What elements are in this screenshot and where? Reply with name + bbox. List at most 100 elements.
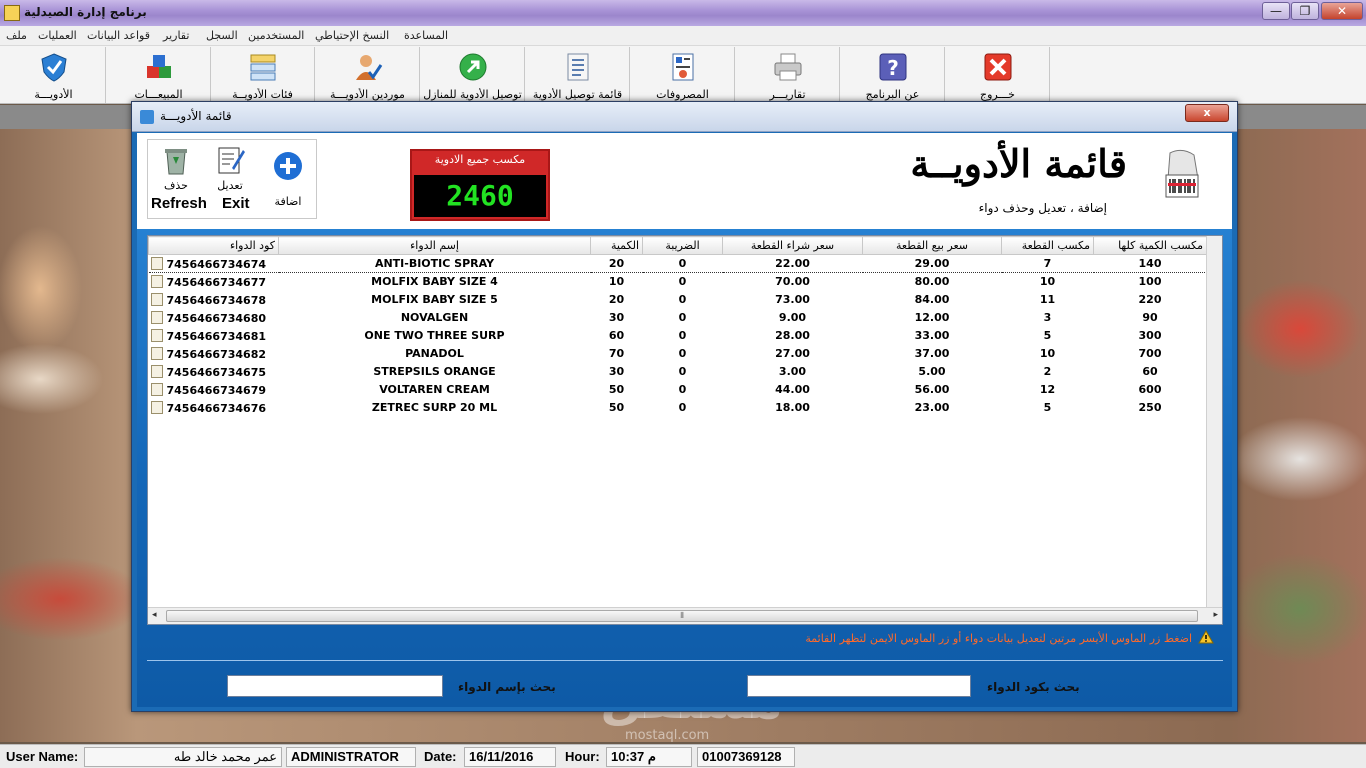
- menu-reports[interactable]: تقارير: [163, 29, 189, 42]
- refresh-button[interactable]: Refresh: [151, 195, 207, 212]
- toolbar-categories-label: فئات الأدويــة: [232, 88, 293, 101]
- cell-purchase-price: 73.00: [775, 293, 810, 306]
- column-header-purchase-price[interactable]: سعر شراء القطعة: [722, 236, 863, 255]
- toolbar-exit-label: خـــروج: [980, 88, 1015, 101]
- cell-purchase-price: 9.00: [778, 311, 807, 324]
- cell-name: ANTI-BIOTIC SPRAY: [278, 254, 591, 273]
- row-document-icon: [150, 328, 163, 342]
- toolbar-expenses-button[interactable]: المصروفات: [631, 47, 735, 103]
- menu-users[interactable]: المستخدمين: [248, 29, 304, 42]
- scroll-left-arrow-icon[interactable]: ◂: [152, 610, 157, 620]
- hour-value: 10:37 م: [606, 747, 692, 767]
- svg-text:?: ?: [887, 56, 899, 80]
- search-by-name-input[interactable]: [227, 675, 443, 697]
- menu-backup[interactable]: النسخ الإحتياطي: [315, 29, 389, 42]
- column-header-unit-profit[interactable]: مكسب القطعة: [1001, 236, 1094, 255]
- toolbar-expenses-label: المصروفات: [656, 88, 709, 101]
- horizontal-scroll-thumb[interactable]: ⫴: [166, 610, 1198, 622]
- edit-label: تعديل: [217, 179, 243, 192]
- window-close-button[interactable]: ✕: [1321, 2, 1363, 20]
- toolbar-reports-button[interactable]: تقاريـــر: [736, 47, 840, 103]
- table-row[interactable]: 7456466734681 ONE TWO THREE SURP 60 0 28…: [149, 327, 1207, 345]
- delivery-list-icon: [567, 53, 589, 81]
- cell-unit-profit: 11: [1039, 293, 1056, 306]
- cell-total-profit: 600: [1138, 383, 1162, 396]
- total-profit-caption: مكسب جميع الادوية: [434, 153, 526, 166]
- toolbar-sales-button[interactable]: المبيعـــات: [107, 47, 211, 103]
- table-row[interactable]: 7456466734676 ZETREC SURP 20 ML 50 0 18.…: [149, 399, 1207, 417]
- table-row[interactable]: 7456466734678 MOLFIX BABY SIZE 5 20 0 73…: [149, 291, 1207, 309]
- user-role-value: ADMINISTRATOR: [286, 747, 416, 767]
- menu-file[interactable]: ملف: [6, 29, 27, 42]
- toolbar-about-button[interactable]: ? عن البرنامج: [841, 47, 945, 103]
- dialog-close-button[interactable]: x: [1185, 104, 1229, 122]
- page-subtitle: إضافة ، تعديل وحذف دواء: [978, 201, 1107, 215]
- column-header-code[interactable]: كود الدواء: [148, 236, 279, 255]
- column-header-total-profit[interactable]: مكسب الكمية كلها: [1093, 236, 1207, 255]
- cell-total-profit: 220: [1138, 293, 1162, 306]
- cell-code-text: 7456466734678: [166, 293, 267, 307]
- table-row[interactable]: 7456466734674 ANTI-BIOTIC SPRAY 20 0 22.…: [148, 254, 1207, 273]
- cell-purchase-price: 44.00: [775, 383, 810, 396]
- menu-help[interactable]: المساعدة: [404, 29, 448, 42]
- cell-quantity: 20: [608, 293, 625, 306]
- toolbar-delivery-list-button[interactable]: قائمة توصيل الأدوية: [526, 47, 630, 103]
- toolbar-medicines-label: الأدويـــة: [34, 88, 73, 101]
- dialog-body: حذف تعديل اضافة Refresh Exit مكسب جميع ا…: [137, 133, 1232, 707]
- window-title: برنامج إدارة الصيدلية: [24, 5, 147, 19]
- table-header-row: كود الدواء إسم الدواء الكمية الضريبة سعر…: [148, 236, 1207, 255]
- toolbar-medicines-button[interactable]: الأدويـــة: [2, 47, 106, 103]
- cell-code: 7456466734682: [149, 345, 279, 363]
- cell-tax: 0: [678, 347, 687, 360]
- cell-code-text: 7456466734674: [166, 257, 267, 271]
- minimize-button[interactable]: —: [1262, 2, 1290, 20]
- search-by-code-input[interactable]: [747, 675, 971, 697]
- maximize-button[interactable]: ❐: [1291, 2, 1319, 20]
- divider: [147, 660, 1223, 661]
- toolbar-exit-button[interactable]: خـــروج: [946, 47, 1050, 103]
- vertical-scrollbar[interactable]: [1206, 236, 1222, 608]
- table-row[interactable]: 7456466734680 NOVALGEN 30 0 9.00 12.00 3…: [149, 309, 1207, 327]
- table-row[interactable]: 7456466734682 PANADOL 70 0 27.00 37.00 1…: [149, 345, 1207, 363]
- cell-sale-price: 23.00: [914, 401, 950, 414]
- edit-button[interactable]: تعديل: [208, 142, 252, 192]
- cell-sale-price: 56.00: [914, 383, 950, 396]
- table-row[interactable]: 7456466734677 MOLFIX BABY SIZE 4 10 0 70…: [149, 273, 1207, 291]
- cell-unit-profit: 3: [1043, 311, 1052, 324]
- cell-tax: 0: [642, 254, 723, 273]
- add-button[interactable]: اضافة: [266, 148, 310, 208]
- menu-databases[interactable]: قواعد البيانات: [87, 29, 150, 42]
- scroll-right-arrow-icon[interactable]: ▸: [1213, 610, 1218, 620]
- categories-icon: [250, 54, 276, 81]
- row-document-icon: [150, 400, 163, 414]
- column-header-quantity[interactable]: الكمية: [590, 236, 643, 255]
- expenses-icon: [672, 53, 694, 81]
- toolbar-categories-button[interactable]: فئات الأدويــة: [211, 47, 315, 103]
- toolbar-sales-label: المبيعـــات: [134, 88, 183, 101]
- cell-code-text: 7456466734679: [166, 383, 267, 397]
- cell-code: 7456466734680: [149, 309, 279, 327]
- cell-name: NOVALGEN: [400, 311, 469, 324]
- column-header-tax[interactable]: الضريبة: [642, 236, 723, 255]
- cell-tax: 0: [678, 293, 687, 306]
- cell-quantity: 60: [608, 329, 625, 342]
- horizontal-scrollbar[interactable]: ◂ ⫴ ▸: [148, 607, 1222, 624]
- menu-operations[interactable]: العمليات: [38, 29, 77, 42]
- toolbar-home-delivery-button[interactable]: توصيل الأدوية للمنازل: [421, 47, 525, 103]
- app-icon: [4, 5, 20, 21]
- toolbar-suppliers-button[interactable]: موردين الأدويـــة: [316, 47, 420, 103]
- cell-code: 7456466734674: [148, 254, 279, 273]
- cell-sale-price: 84.00: [914, 293, 950, 306]
- cell-purchase-price: 70.00: [775, 275, 810, 289]
- medicines-dialog: قائمة الأدويـــة x حذف تعديل اضافة Refre…: [131, 101, 1238, 712]
- table-row[interactable]: 7456466734675 STREPSILS ORANGE 30 0 3.00…: [149, 363, 1207, 381]
- cell-unit-profit: 12: [1039, 383, 1056, 396]
- exit-button[interactable]: Exit: [222, 195, 250, 212]
- column-header-sale-price[interactable]: سعر بيع القطعة: [862, 236, 1002, 255]
- column-header-name[interactable]: إسم الدواء: [278, 236, 591, 255]
- cell-code: 7456466734675: [149, 363, 279, 381]
- delete-button[interactable]: حذف: [154, 142, 198, 192]
- cell-name: MOLFIX BABY SIZE 4: [371, 275, 498, 289]
- menu-log[interactable]: السجل: [206, 29, 238, 42]
- table-row[interactable]: 7456466734679 VOLTAREN CREAM 50 0 44.00 …: [149, 381, 1207, 399]
